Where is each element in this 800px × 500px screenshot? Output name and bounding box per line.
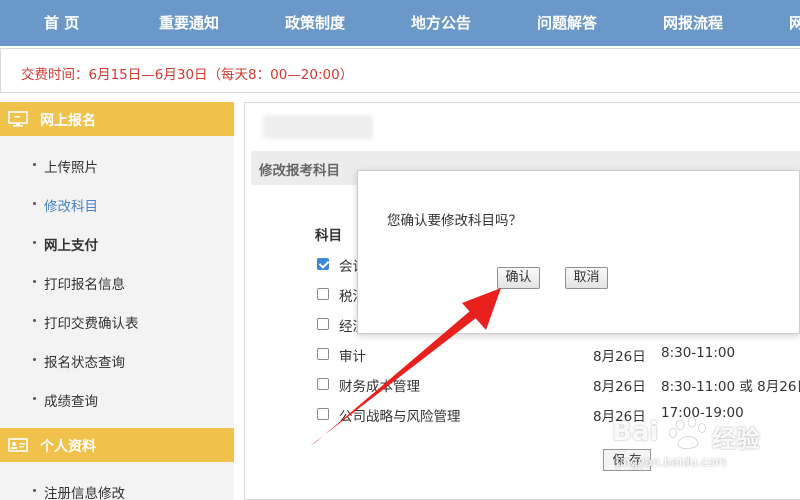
sidebar-item-edit-registration-info[interactable]: 注册信息修改 [0, 476, 234, 500]
nav-important-notice[interactable]: 重要通知 [159, 0, 219, 46]
subject-checkbox[interactable] [317, 318, 329, 330]
sidebar-section-title: 个人资料 [40, 439, 96, 455]
subject-row: 财务成本管理 8月26日 8:30-11:00 或 8月26日 [317, 375, 800, 397]
subject-checkbox[interactable] [317, 348, 329, 360]
subject-row: 审计 8月26日 8:30-11:00 [317, 345, 800, 367]
nav-more[interactable]: 网 [789, 0, 800, 46]
nav-local-announcement[interactable]: 地方公告 [411, 0, 471, 46]
sidebar-item-label: 注册信息修改 [44, 486, 125, 500]
bullet-dot [33, 241, 36, 244]
bullet-dot [33, 202, 36, 205]
blurred-user-info [263, 115, 373, 139]
sidebar-item-label: 上传照片 [44, 160, 98, 176]
sidebar-section-personal-info: 个人资料 [0, 428, 234, 462]
watermark-brand-cn: 经验 [712, 425, 760, 453]
sidebar-item-print-registration[interactable]: 打印报名信息 [0, 267, 234, 297]
sidebar-item-label: 打印报名信息 [44, 277, 125, 293]
exam-time: 8:30-11:00 或 8月26日 [661, 379, 800, 395]
exam-date: 8月26日 [593, 349, 646, 365]
bullet-dot [33, 397, 36, 400]
bullet-dot [33, 489, 36, 492]
sidebar-item-print-payment-confirmation[interactable]: 打印交费确认表 [0, 306, 234, 336]
baidu-jingyan-watermark: Bai 经验 jingyan.baidu.com [612, 415, 800, 500]
confirm-dialog: 您确认要修改科目吗？ 确认 取消 [357, 170, 800, 334]
section-title: 修改报考科目 [259, 163, 340, 179]
payment-time-text: 交费时间：6月15日—6月30日（每天8：00—20:00） [21, 67, 354, 83]
subject-checkbox[interactable] [317, 288, 329, 300]
watermark-url: jingyan.baidu.com [616, 455, 727, 469]
sidebar-item-label: 修改科目 [44, 199, 98, 215]
exam-time: 8:30-11:00 [661, 345, 736, 361]
sidebar-item-label: 网上支付 [44, 238, 98, 254]
sidebar-item-registration-status[interactable]: 报名状态查询 [0, 345, 234, 375]
sidebar-section-title: 网上报名 [40, 113, 96, 129]
cancel-button[interactable]: 取消 [565, 267, 608, 289]
monitor-icon [8, 111, 28, 127]
exam-date: 8月26日 [593, 379, 646, 395]
subject-checkbox[interactable] [317, 378, 329, 390]
sidebar: 网上报名 上传照片 修改科目 网上支付 打印报名信息 打印交费确认表 报名状态查… [0, 102, 234, 500]
sidebar-item-label: 打印交费确认表 [44, 316, 139, 332]
dialog-message: 您确认要修改科目吗？ [387, 213, 522, 229]
confirm-button[interactable]: 确认 [497, 267, 540, 289]
subject-name: 财务成本管理 [339, 379, 420, 395]
id-card-icon [8, 438, 28, 452]
sidebar-section-online-registration: 网上报名 [0, 102, 234, 136]
nav-process[interactable]: 网报流程 [663, 0, 723, 46]
subject-checkbox[interactable] [317, 258, 329, 270]
subject-name: 公司战略与风险管理 [339, 409, 461, 425]
subject-name: 审计 [339, 349, 366, 365]
subject-checkbox[interactable] [317, 408, 329, 420]
bullet-dot [33, 280, 36, 283]
sidebar-item-online-payment[interactable]: 网上支付 [0, 228, 234, 258]
payment-notice: 交费时间：6月15日—6月30日（每天8：00—20:00） [0, 48, 800, 93]
sidebar-item-modify-subject[interactable]: 修改科目 [0, 189, 234, 219]
sidebar-item-label: 成绩查询 [44, 394, 98, 410]
bullet-dot [33, 319, 36, 322]
sidebar-item-upload-photo[interactable]: 上传照片 [0, 150, 234, 180]
bullet-dot [33, 163, 36, 166]
watermark-brand: Bai [612, 417, 659, 447]
sidebar-item-score-query[interactable]: 成绩查询 [0, 384, 234, 414]
bullet-dot [33, 358, 36, 361]
subject-column-header: 科目 [315, 228, 342, 244]
sidebar-item-label: 报名状态查询 [44, 355, 125, 371]
nav-policy[interactable]: 政策制度 [285, 0, 345, 46]
paw-logo-icon [669, 416, 706, 449]
nav-home[interactable]: 首 页 [44, 0, 79, 46]
nav-faq[interactable]: 问题解答 [537, 0, 597, 46]
top-navigation: 首 页 重要通知 政策制度 地方公告 问题解答 网报流程 网 [0, 0, 800, 46]
